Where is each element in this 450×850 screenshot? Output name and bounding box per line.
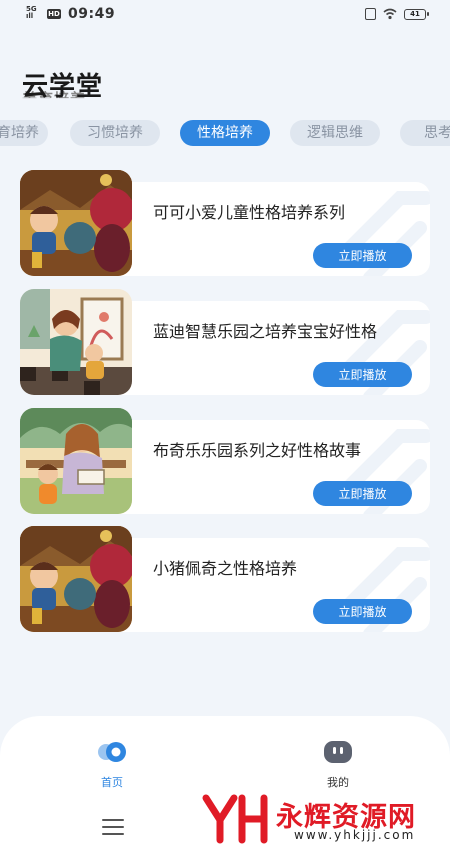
tab-aesthetic[interactable]: 美育培养 xyxy=(0,120,48,146)
signal-indicator: 5G ıll xyxy=(26,5,37,20)
nav-mine-label: 我的 xyxy=(327,776,349,789)
wifi-icon xyxy=(383,8,397,20)
nav-home-label: 首页 xyxy=(101,776,123,789)
page-title: 云学堂 xyxy=(22,72,104,102)
course-title[interactable]: 蓝迪智慧乐园之培养宝宝好性格 xyxy=(153,321,423,343)
tab-habit[interactable]: 习惯培养 xyxy=(70,120,160,146)
tab-logic[interactable]: 逻辑思维 xyxy=(290,120,380,146)
play-now-button[interactable]: 立即播放 xyxy=(313,243,412,268)
status-bar: 5G ıll HD 09:49 41 xyxy=(0,0,450,30)
hd-badge: HD xyxy=(47,9,61,19)
course-card[interactable]: 蓝迪智慧乐园之培养宝宝好性格 立即播放 xyxy=(20,289,430,395)
course-title[interactable]: 可可小爱儿童性格培养系列 xyxy=(153,202,423,224)
menu-icon[interactable] xyxy=(102,819,124,835)
vibrate-icon xyxy=(365,8,376,20)
watermark-logo-icon xyxy=(202,794,268,844)
play-now-button[interactable]: 立即播放 xyxy=(313,599,412,624)
course-card[interactable]: 布奇乐乐园系列之好性格故事 立即播放 xyxy=(20,408,430,514)
watermark-url: www.yhkjjj.com xyxy=(294,828,416,842)
course-card[interactable]: 可可小爱儿童性格培养系列 立即播放 xyxy=(20,170,430,276)
profile-icon xyxy=(324,741,352,763)
home-icon xyxy=(98,742,126,762)
cartoon-adventure-thumbnail[interactable] xyxy=(20,170,132,276)
painting-mother-child-thumbnail[interactable] xyxy=(20,289,132,395)
nav-home[interactable]: 首页 xyxy=(72,738,152,790)
watermark: 永辉资源网 www.yhkjjj.com xyxy=(200,790,432,846)
play-now-button[interactable]: 立即播放 xyxy=(313,362,412,387)
battery-icon: 41 xyxy=(404,8,429,20)
cartoon-adventure-thumbnail[interactable] xyxy=(20,526,132,632)
tab-thinking[interactable]: 思考 xyxy=(400,120,450,146)
course-card[interactable]: 小猪佩奇之性格培养 立即播放 xyxy=(20,526,430,632)
course-title[interactable]: 小猪佩奇之性格培养 xyxy=(153,558,423,580)
category-tabs: 美育培养 习惯培养 性格培养 逻辑思维 思考 xyxy=(0,120,450,148)
nav-mine[interactable]: 我的 xyxy=(298,738,378,790)
reading-mother-child-thumbnail[interactable] xyxy=(20,408,132,514)
course-title[interactable]: 布奇乐乐园系列之好性格故事 xyxy=(153,440,423,462)
clock: 09:49 xyxy=(68,6,116,22)
play-now-button[interactable]: 立即播放 xyxy=(313,481,412,506)
tab-personality[interactable]: 性格培养 xyxy=(180,120,270,146)
